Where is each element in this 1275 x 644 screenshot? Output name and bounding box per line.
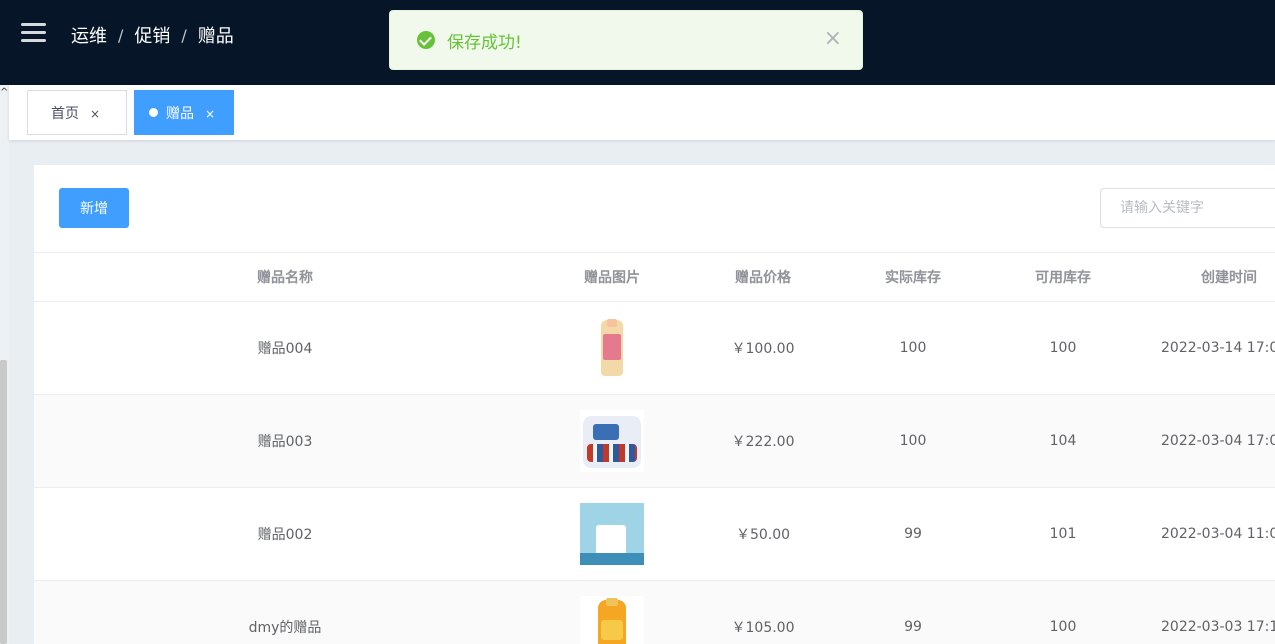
gift-price: ￥50.00 [735,527,791,543]
gift-available: 101 [1049,526,1077,542]
gift-price: ￥100.00 [731,341,795,357]
gift-created: 2022-03-04 11:08 [1161,526,1275,542]
table-row[interactable]: 赠品003 ￥222.00 100 104 2022-03-04 17:06 [34,395,1275,488]
tabs-bar: 首页 × 赠品 × [9,85,1275,140]
tab-gift[interactable]: 赠品 × [134,90,234,135]
gift-stock: 100 [899,433,927,449]
gift-name: dmy的赠品 [248,620,322,636]
gift-stock: 100 [899,340,927,356]
gift-image[interactable] [536,302,688,394]
gift-image[interactable] [536,395,688,487]
caret-up-icon: ^ [0,87,9,98]
juice-bottle-image [580,596,644,644]
column-header-stock: 实际库存 [885,270,941,286]
gift-price: ￥222.00 [731,434,795,450]
gift-available: 100 [1049,619,1077,635]
gift-created: 2022-03-04 17:06 [1161,433,1275,449]
tab-close-icon[interactable]: × [90,107,100,121]
gift-image[interactable] [536,581,688,644]
tab-label: 首页 [51,105,79,122]
table-row[interactable]: 赠品004 ￥100.00 100 100 2022-03-14 17:09 [34,302,1275,395]
hamburger-menu-icon[interactable] [21,23,46,43]
toast-message: 保存成功! [447,32,522,53]
breadcrumb-separator: / [181,25,187,45]
gift-created: 2022-03-03 17:10 [1161,619,1275,635]
column-header-name: 赠品名称 [257,270,313,286]
left-scrollbar[interactable] [0,360,7,644]
gift-name: 赠品002 [257,527,313,543]
column-header-image: 赠品图片 [584,270,640,286]
table-header: 赠品名称 赠品图片 赠品价格 实际库存 可用库存 创建时间 [34,253,1275,302]
close-icon[interactable]: × [824,28,842,50]
gift-available: 104 [1049,433,1077,449]
candy-bag-image [580,410,644,472]
gift-name: 赠品004 [257,341,313,357]
gift-image[interactable] [536,488,688,580]
tab-close-icon[interactable]: × [205,107,215,121]
add-button[interactable]: 新增 [59,188,129,228]
column-header-price: 赠品价格 [735,270,791,286]
search-input[interactable] [1100,188,1275,228]
active-dot-icon [149,108,158,117]
success-toast: 保存成功! × [389,10,863,70]
breadcrumb-gift: 赠品 [197,26,234,47]
table-row[interactable]: dmy的赠品 ￥105.00 99 100 2022-03-03 17:10 [34,581,1275,644]
tab-label: 赠品 [166,105,194,122]
tab-home[interactable]: 首页 × [27,90,127,135]
gift-stock: 99 [904,619,922,635]
gift-available: 100 [1049,340,1077,356]
main-card: 新增 赠品名称 赠品图片 赠品价格 实际库存 可用库存 创建时间 赠品004 ￥… [34,165,1275,644]
column-header-available: 可用库存 [1035,270,1091,286]
gift-created: 2022-03-14 17:09 [1161,340,1275,356]
gift-stock: 99 [904,526,922,542]
breadcrumb: 运维 / 促销 / 赠品 [71,22,234,48]
gift-price: ￥105.00 [731,620,795,636]
breadcrumb-promotion[interactable]: 促销 [134,22,170,48]
breadcrumb-ops[interactable]: 运维 [71,22,107,48]
breadcrumb-separator: / [118,25,124,45]
check-circle-icon [417,31,435,49]
gift-name: 赠品003 [257,434,313,450]
snack-box-image [580,503,644,565]
juice-bottle-image [580,317,644,379]
gift-table: 赠品名称 赠品图片 赠品价格 实际库存 可用库存 创建时间 赠品004 ￥100… [34,252,1275,644]
column-header-created: 创建时间 [1201,270,1257,286]
table-row[interactable]: 赠品002 ￥50.00 99 101 2022-03-04 11:08 [34,488,1275,581]
